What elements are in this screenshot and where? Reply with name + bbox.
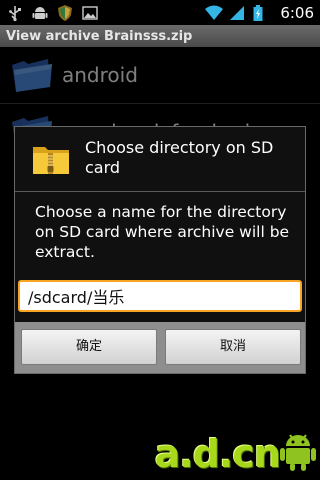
wifi-icon [204,4,224,22]
cancel-button[interactable]: 取消 [165,329,301,365]
android-debug-icon [31,4,49,22]
usb-icon [6,4,24,22]
dialog-divider [15,191,305,192]
notification-icons [0,4,99,22]
battery-icon [252,4,270,22]
ok-button[interactable]: 确定 [21,329,157,365]
shield-icon [56,4,74,22]
signal-icon [228,4,246,22]
image-icon [81,4,99,22]
status-clock: 6:06 [280,3,314,22]
dialog-button-bar: 确定 取消 [15,322,305,373]
directory-input[interactable] [18,280,302,312]
dialog-header: Choose directory on SD card [15,127,305,191]
dialog-message: Choose a name for the directory on SD ca… [35,203,290,261]
android-robot-icon [280,432,316,476]
system-icons: 6:06 [204,0,314,25]
choose-directory-dialog: Choose directory on SD card Choose a nam… [14,126,306,374]
status-bar: 6:06 [0,0,320,25]
watermark: a.d.cn [155,432,316,476]
window-title: View archive Brainsss.zip [6,28,193,44]
watermark-text: a.d.cn [154,432,281,476]
zip-folder-icon [31,141,71,177]
app-title-bar: View archive Brainsss.zip [0,25,320,47]
dialog-title: Choose directory on SD card [85,138,274,177]
